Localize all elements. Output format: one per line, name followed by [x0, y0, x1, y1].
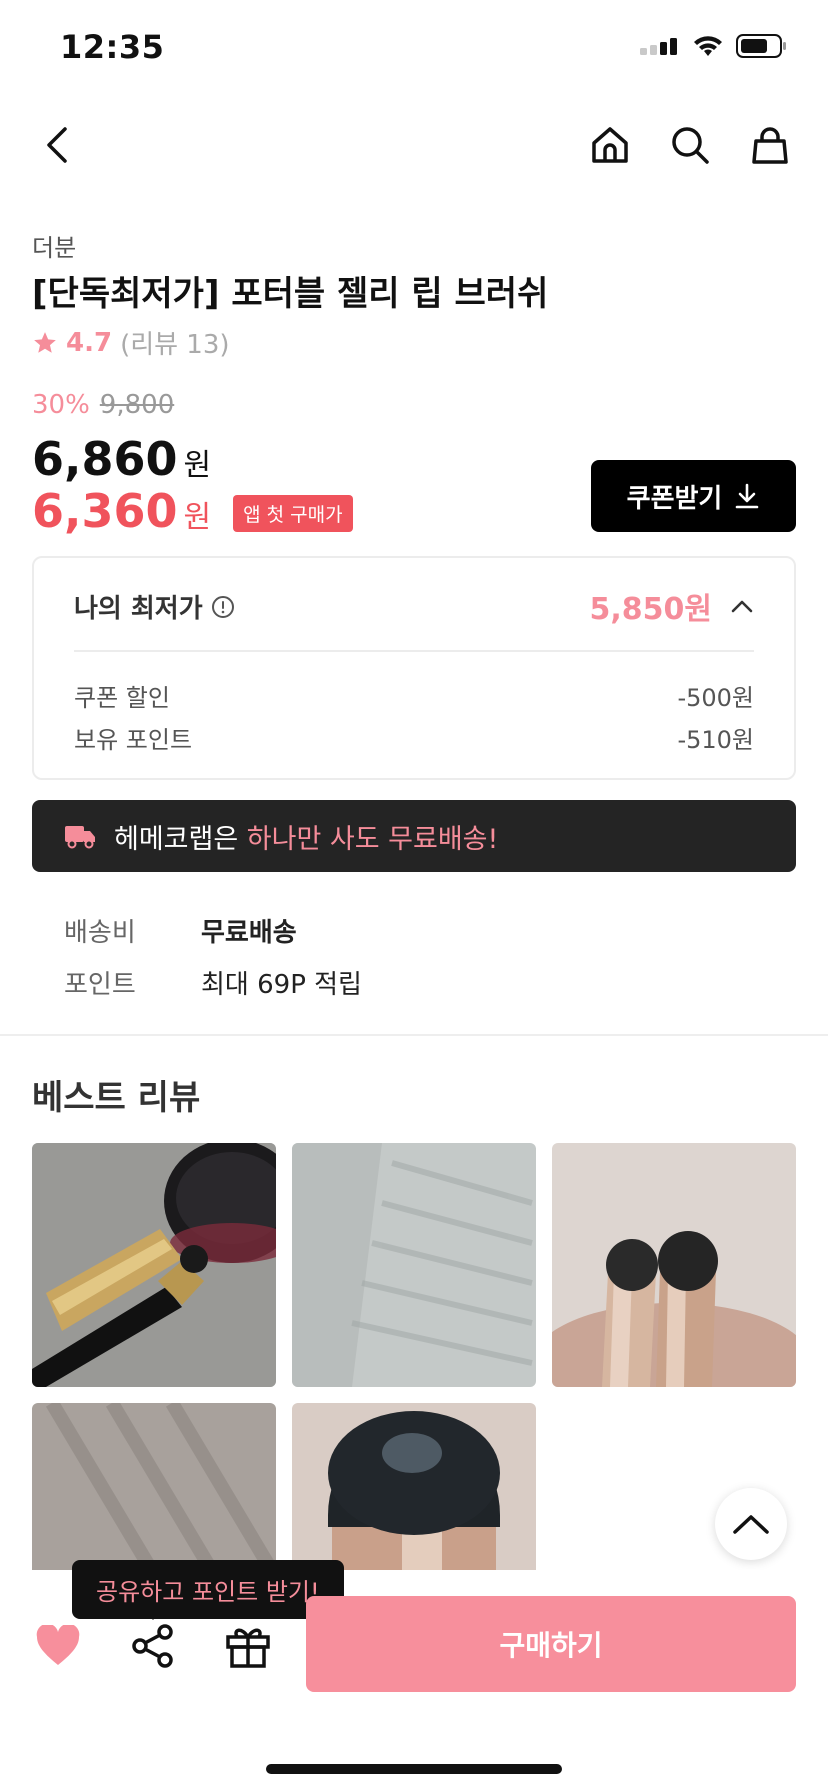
point-value: 최대 69P 적립	[201, 970, 362, 1000]
app-price-row: 6,360 원 앱 첫 구매가	[32, 484, 353, 538]
scroll-top-button[interactable]	[715, 1488, 787, 1560]
point-row: 포인트 최대 69P 적립	[64, 964, 362, 1001]
cart-button[interactable]	[745, 120, 795, 170]
shipping-fee-label: 배송비	[64, 918, 136, 948]
free-shipping-text: 헤메코랩은 하나만 사도 무료배송!	[114, 817, 498, 856]
review-photo-4[interactable]	[32, 1403, 276, 1571]
discount-percent: 30%	[32, 390, 90, 420]
review-photo-image	[32, 1403, 276, 1571]
free-shipping-banner: 헤메코랩은 하나만 사도 무료배송!	[32, 800, 796, 872]
original-price: 9,800	[99, 390, 175, 420]
home-button[interactable]	[585, 120, 635, 170]
app-first-purchase-badge: 앱 첫 구매가	[233, 495, 353, 532]
chevron-up-icon	[733, 1515, 769, 1534]
rating-row[interactable]: 4.7 (리뷰 13)	[32, 324, 230, 361]
review-photo-1[interactable]	[32, 1143, 276, 1387]
lowest-price-toggle[interactable]: 5,850원	[590, 584, 755, 628]
info-icon[interactable]	[211, 595, 235, 619]
coupon-discount-value: -500원	[677, 684, 754, 712]
review-photo-2[interactable]	[292, 1143, 536, 1387]
heart-icon	[36, 1625, 80, 1665]
review-count: (리뷰 13)	[120, 330, 230, 360]
best-review-title: 베스트 리뷰	[32, 1078, 201, 1118]
shipping-fee-value: 무료배송	[201, 918, 297, 948]
free-shipping-highlight: 하나만 사도 무료배송!	[246, 823, 499, 855]
lowest-price-label: 나의 최저가	[74, 594, 203, 624]
home-icon	[592, 127, 628, 163]
search-button[interactable]	[665, 120, 715, 170]
coupon-discount-label: 쿠폰 할인	[74, 684, 170, 712]
point-discount-value: -510원	[677, 726, 754, 754]
review-photo-image	[292, 1403, 536, 1571]
wifi-icon	[694, 36, 722, 56]
status-icons	[640, 34, 788, 58]
search-icon	[672, 127, 709, 164]
status-time: 12:35	[60, 28, 165, 66]
point-discount-line: 보유 포인트 -510원	[74, 720, 754, 755]
download-icon	[736, 483, 759, 509]
chevron-up-icon	[731, 600, 753, 613]
gift-icon	[226, 1628, 270, 1668]
free-shipping-prefix: 헤메코랩은	[114, 823, 239, 855]
review-photo-image	[292, 1143, 536, 1387]
lowest-price-divider	[74, 650, 754, 652]
section-divider	[0, 1034, 828, 1036]
lowest-price-value: 5,850원	[589, 592, 713, 627]
coupon-button-label: 쿠폰받기	[626, 483, 723, 514]
point-discount-label: 보유 포인트	[74, 726, 193, 754]
signal-icon	[640, 38, 677, 55]
chevron-left-icon	[47, 127, 67, 163]
my-lowest-price-box: 나의 최저가 5,850원 쿠폰 할인 -500원 보유 포인트 -510원	[32, 556, 796, 780]
rating-score: 4.7	[66, 327, 113, 358]
review-photo-image	[552, 1143, 796, 1387]
review-photo-image	[32, 1143, 276, 1387]
sale-price: 6,860	[32, 432, 178, 486]
coupon-discount-line: 쿠폰 할인 -500원	[74, 678, 754, 713]
shopping-bag-icon	[752, 127, 788, 164]
brand-name[interactable]: 더분	[32, 228, 76, 263]
shipping-fee-row: 배송비 무료배송	[64, 912, 297, 949]
buy-button[interactable]: 구매하기	[306, 1596, 796, 1692]
share-icon	[132, 1624, 173, 1668]
discount-row: 30% 9,800	[32, 390, 174, 420]
home-indicator	[266, 1764, 562, 1774]
star-icon	[34, 331, 56, 353]
share-button[interactable]	[125, 1618, 181, 1674]
app-price-unit: 원	[183, 500, 212, 535]
like-button[interactable]	[30, 1618, 86, 1674]
back-button[interactable]	[32, 120, 82, 170]
share-tooltip: 공유하고 포인트 받기!	[72, 1560, 344, 1619]
delivery-truck-icon	[65, 826, 95, 849]
price-row: 6,860 원	[32, 432, 211, 486]
coupon-download-button[interactable]: 쿠폰받기	[591, 460, 796, 532]
review-photo-3[interactable]	[552, 1143, 796, 1387]
product-title: [단독최저가] 포터블 젤리 립 브러쉬	[32, 274, 549, 314]
price-unit: 원	[183, 448, 212, 483]
lowest-price-header[interactable]: 나의 최저가	[74, 588, 235, 625]
point-label: 포인트	[64, 970, 136, 1000]
review-photo-5[interactable]	[292, 1403, 536, 1571]
battery-icon	[736, 34, 786, 58]
gift-button[interactable]	[220, 1618, 276, 1674]
app-price: 6,360	[32, 484, 178, 538]
